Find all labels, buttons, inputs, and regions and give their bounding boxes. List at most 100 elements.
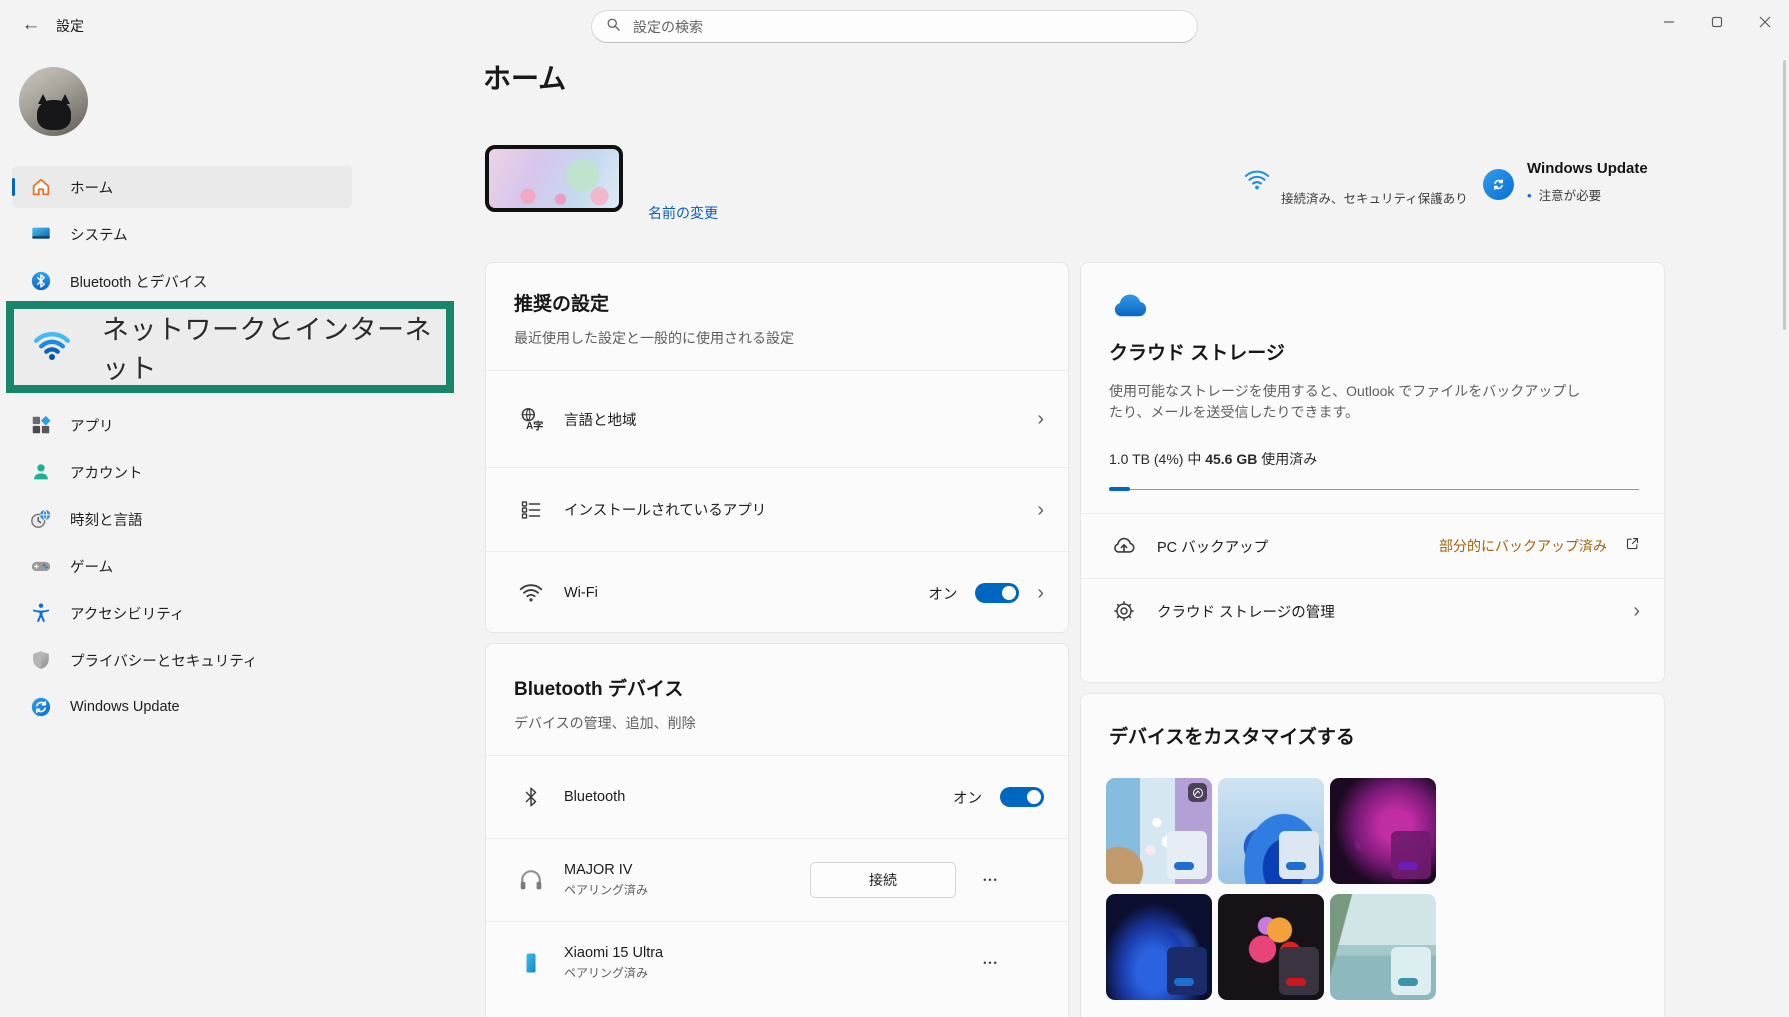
more-options-icon[interactable]: ••• <box>974 958 1008 968</box>
sidebar-item-home[interactable]: ホーム <box>12 166 352 208</box>
sidebar-item-label: アプリ <box>70 415 114 436</box>
headphones-icon <box>516 866 546 894</box>
row-manage-cloud-storage[interactable]: クラウド ストレージの管理 › <box>1081 579 1664 643</box>
sidebar-item-time-language[interactable]: 時刻と言語 <box>12 498 352 540</box>
theme-thumbnail-lake[interactable] <box>1330 894 1436 1000</box>
accessibility-icon <box>28 600 54 626</box>
wifi-row-icon <box>516 582 546 604</box>
sidebar-item-label: アカウント <box>70 462 143 483</box>
cloud-icon <box>1109 306 1151 323</box>
windows-update-status-text: •注意が必要 <box>1527 185 1601 204</box>
toggle-state-label: オン <box>953 787 982 808</box>
sidebar-item-gaming[interactable]: ゲーム <box>12 545 352 587</box>
attention-bullet: • <box>1527 188 1532 203</box>
backup-status-text: 部分的にバックアップ済み <box>1439 536 1607 556</box>
maximize-button[interactable] <box>1693 0 1741 44</box>
bluetooth-icon <box>28 268 54 294</box>
sidebar-item-system[interactable]: システム <box>12 213 352 255</box>
device-name: Xiaomi 15 Ultra <box>564 945 956 961</box>
row-label: クラウド ストレージの管理 <box>1157 601 1615 622</box>
minimize-button[interactable] <box>1645 0 1693 44</box>
card-subtitle: デバイスの管理、追加、削除 <box>514 713 1040 733</box>
search-input[interactable] <box>631 18 1183 36</box>
row-device-major-iv[interactable]: MAJOR IV ペアリング済み 接続 ••• <box>486 839 1068 922</box>
card-title: 推奨の設定 <box>514 289 1040 316</box>
row-label: 言語と地域 <box>564 409 1019 430</box>
chevron-right-icon: › <box>1037 409 1044 429</box>
gear-icon <box>1109 599 1139 623</box>
rename-device-link[interactable]: 名前の変更 <box>648 203 718 223</box>
windows-update-status-icon[interactable] <box>1483 169 1514 200</box>
wifi-toggle[interactable] <box>975 583 1019 603</box>
external-link-icon <box>1625 536 1640 556</box>
sidebar-item-label: Windows Update <box>70 699 180 715</box>
card-title: デバイスをカスタマイズする <box>1109 722 1636 749</box>
sidebar-item-label: プライバシーとセキュリティ <box>70 650 257 671</box>
cloud-description: 使用可能なストレージを使用すると、Outlook でファイルをバックアップしたり… <box>1109 381 1589 423</box>
search-icon <box>606 17 621 37</box>
windows-update-status-title: Windows Update <box>1527 160 1648 177</box>
sidebar-item-bluetooth-devices[interactable]: Bluetooth とデバイス <box>12 260 352 302</box>
row-pc-backup[interactable]: PC バックアップ 部分的にバックアップ済み <box>1081 514 1664 579</box>
theme-thumbnail-glow-purple[interactable] <box>1330 778 1436 884</box>
row-wifi[interactable]: Wi-Fi オン › <box>486 552 1068 634</box>
device-name: MAJOR IV <box>564 862 792 878</box>
sidebar-item-label: 時刻と言語 <box>70 509 143 530</box>
chevron-right-icon: › <box>1633 601 1640 621</box>
storage-usage-text: 1.0 TB (4%) 中 45.6 GB 使用済み <box>1109 449 1642 469</box>
bluetooth-row-icon <box>516 785 546 809</box>
apps-icon <box>28 412 54 438</box>
sidebar-item-accessibility[interactable]: アクセシビリティ <box>12 592 352 634</box>
sidebar-item-accounts[interactable]: アカウント <box>12 451 352 493</box>
back-button[interactable]: ← <box>14 10 48 40</box>
theme-thumbnail-blossom[interactable] <box>1106 778 1212 884</box>
theme-badge-icon <box>1188 783 1207 802</box>
storage-progress-bar <box>1109 487 1639 491</box>
row-bluetooth-toggle[interactable]: Bluetooth オン <box>486 756 1068 839</box>
sidebar-item-apps[interactable]: アプリ <box>12 404 352 446</box>
card-subtitle: 最近使用した設定と一般的に使用される設定 <box>514 328 1040 348</box>
connect-button[interactable]: 接続 <box>810 862 956 898</box>
bluetooth-toggle[interactable] <box>1000 787 1044 807</box>
page-title: ホーム <box>483 57 566 97</box>
chevron-right-icon: › <box>1037 500 1044 520</box>
storage-used-value: 45.6 GB <box>1205 451 1257 467</box>
cat-photo <box>37 100 71 130</box>
sidebar-item-label: Bluetooth とデバイス <box>70 271 207 292</box>
row-label: Wi-Fi <box>564 585 910 601</box>
more-options-icon[interactable]: ••• <box>974 875 1008 885</box>
wifi-icon <box>30 325 74 370</box>
svg-text:字: 字 <box>533 419 543 432</box>
device-status: ペアリング済み <box>564 881 792 898</box>
device-info: Xiaomi 15 Ultra ペアリング済み <box>564 945 956 981</box>
windows-update-icon <box>28 694 54 720</box>
scrollbar[interactable] <box>1783 60 1786 330</box>
accounts-icon <box>28 459 54 485</box>
row-language-region[interactable]: A字 言語と地域 › <box>486 371 1068 468</box>
gaming-icon <box>28 553 54 579</box>
sidebar-item-privacy[interactable]: プライバシーとセキュリティ <box>12 639 352 681</box>
row-device-xiaomi[interactable]: Xiaomi 15 Ultra ペアリング済み ••• <box>486 922 1068 1003</box>
wifi-status-text: 接続済み、セキュリティ保護あり <box>1281 188 1468 207</box>
close-button[interactable] <box>1741 0 1789 44</box>
sidebar-item-windows-update[interactable]: Windows Update <box>12 686 352 728</box>
time-language-icon <box>28 506 54 532</box>
language-region-icon: A字 <box>516 406 546 432</box>
search-box[interactable] <box>591 10 1198 43</box>
chevron-right-icon: › <box>1037 583 1044 603</box>
row-installed-apps[interactable]: インストールされているアプリ › <box>486 468 1068 552</box>
storage-progress-fill <box>1109 487 1130 491</box>
theme-thumbnail-bloom-light[interactable] <box>1218 778 1324 884</box>
system-icon <box>28 221 54 247</box>
toggle-state-label: オン <box>928 583 957 604</box>
device-status: ペアリング済み <box>564 964 956 981</box>
user-avatar[interactable] <box>19 67 88 136</box>
card-title: クラウド ストレージ <box>1109 338 1642 365</box>
theme-thumbnail-flower-dark[interactable] <box>1218 894 1324 1000</box>
wifi-status-icon[interactable] <box>1243 168 1271 197</box>
network-item-annotation[interactable]: ネットワークとインターネット <box>6 301 454 393</box>
home-icon <box>28 174 54 200</box>
privacy-shield-icon <box>28 647 54 673</box>
theme-thumbnail-bloom-dark[interactable] <box>1106 894 1212 1000</box>
bluetooth-devices-card: Bluetooth デバイス デバイスの管理、追加、削除 Bluetooth オ… <box>485 643 1069 1017</box>
